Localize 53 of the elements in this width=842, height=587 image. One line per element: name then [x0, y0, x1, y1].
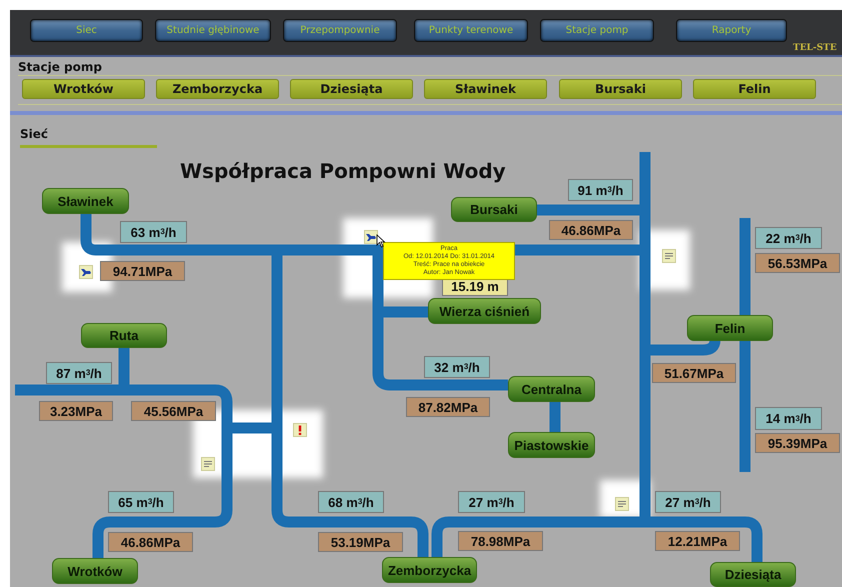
brand-text: TEL-STE: [793, 43, 837, 53]
station-button[interactable]: Dziesiąta: [290, 79, 413, 99]
note-icon[interactable]: [615, 497, 629, 511]
flow-label: 91 m$^{3}$/h: [568, 179, 633, 201]
pressure-label: 3.23MPa: [39, 401, 113, 421]
warning-icon[interactable]: [293, 423, 307, 437]
station-node[interactable]: Wierza ciśnień: [428, 298, 541, 324]
note-icon[interactable]: [662, 249, 676, 263]
station-button[interactable]: Zemborzycka: [156, 79, 279, 99]
station-node[interactable]: Dziesiąta: [710, 562, 796, 587]
flow-label: 68 m$^{3}$/h: [318, 491, 384, 513]
nav-tab[interactable]: Raporty: [676, 19, 787, 42]
pressure-label: 87.82MPa: [406, 397, 490, 417]
station-button[interactable]: Wrotków: [22, 79, 145, 99]
pressure-label: 46.86MPa: [108, 532, 193, 552]
pressure-label: 45.56MPa: [131, 401, 216, 421]
flow-label: 65 m$^{3}$/h: [108, 491, 174, 513]
station-node[interactable]: Sławinek: [42, 188, 129, 214]
pressure-label: 53.19MPa: [318, 532, 403, 552]
station-node[interactable]: Ruta: [81, 323, 167, 348]
pressure-label: 94.71MPa: [100, 261, 185, 281]
pressure-label: 78.98MPa: [458, 531, 543, 551]
station-button[interactable]: Bursaki: [559, 79, 682, 99]
pressure-label: 56.53MPa: [755, 253, 840, 273]
flow-label: 14 m$^{3}$/h: [755, 407, 822, 430]
flow-label: 63 m$^{3}$/h: [120, 221, 187, 243]
pressure-label: 95.39MPa: [755, 433, 840, 453]
pressure-label: 51.67MPa: [652, 363, 736, 383]
station-button[interactable]: Felin: [693, 79, 816, 99]
nav-tab[interactable]: Przepompownie: [283, 19, 397, 42]
station-node[interactable]: Bursaki: [451, 197, 537, 222]
station-node[interactable]: Piastowskie: [508, 432, 595, 458]
section-title: Sieć: [20, 127, 50, 141]
station-node[interactable]: Wrotków: [52, 558, 138, 584]
flow-label: 32 m$^{3}$/h: [424, 356, 490, 378]
station-button[interactable]: Sławinek: [424, 79, 547, 99]
nav-tab[interactable]: Stacje pomp: [540, 19, 654, 42]
cursor-icon: [376, 234, 386, 248]
pressure-label: 12.21MPa: [655, 531, 740, 551]
flow-label: 27 m$^{3}$/h: [458, 491, 525, 513]
note-icon[interactable]: [201, 457, 215, 471]
section-title: Stacje pomp: [18, 60, 842, 76]
station-node[interactable]: Centralna: [508, 376, 595, 402]
flow-label: 22 m$^{3}$/h: [755, 227, 822, 249]
pressure-label: 46.86MPa: [549, 220, 633, 240]
station-node[interactable]: Zemborzycka: [382, 557, 477, 583]
diagram-title: Współpraca Pompowni Wody: [180, 159, 506, 183]
nav-tab[interactable]: Siec: [30, 19, 143, 42]
station-node[interactable]: Felin: [687, 315, 773, 341]
flow-label: 87 m$^{3}$/h: [46, 362, 112, 384]
nav-tab[interactable]: Punkty terenowe: [414, 19, 528, 42]
nav-tab[interactable]: Studnie głębinowe: [155, 19, 271, 42]
flow-label: 27 m$^{3}$/h: [655, 491, 721, 513]
